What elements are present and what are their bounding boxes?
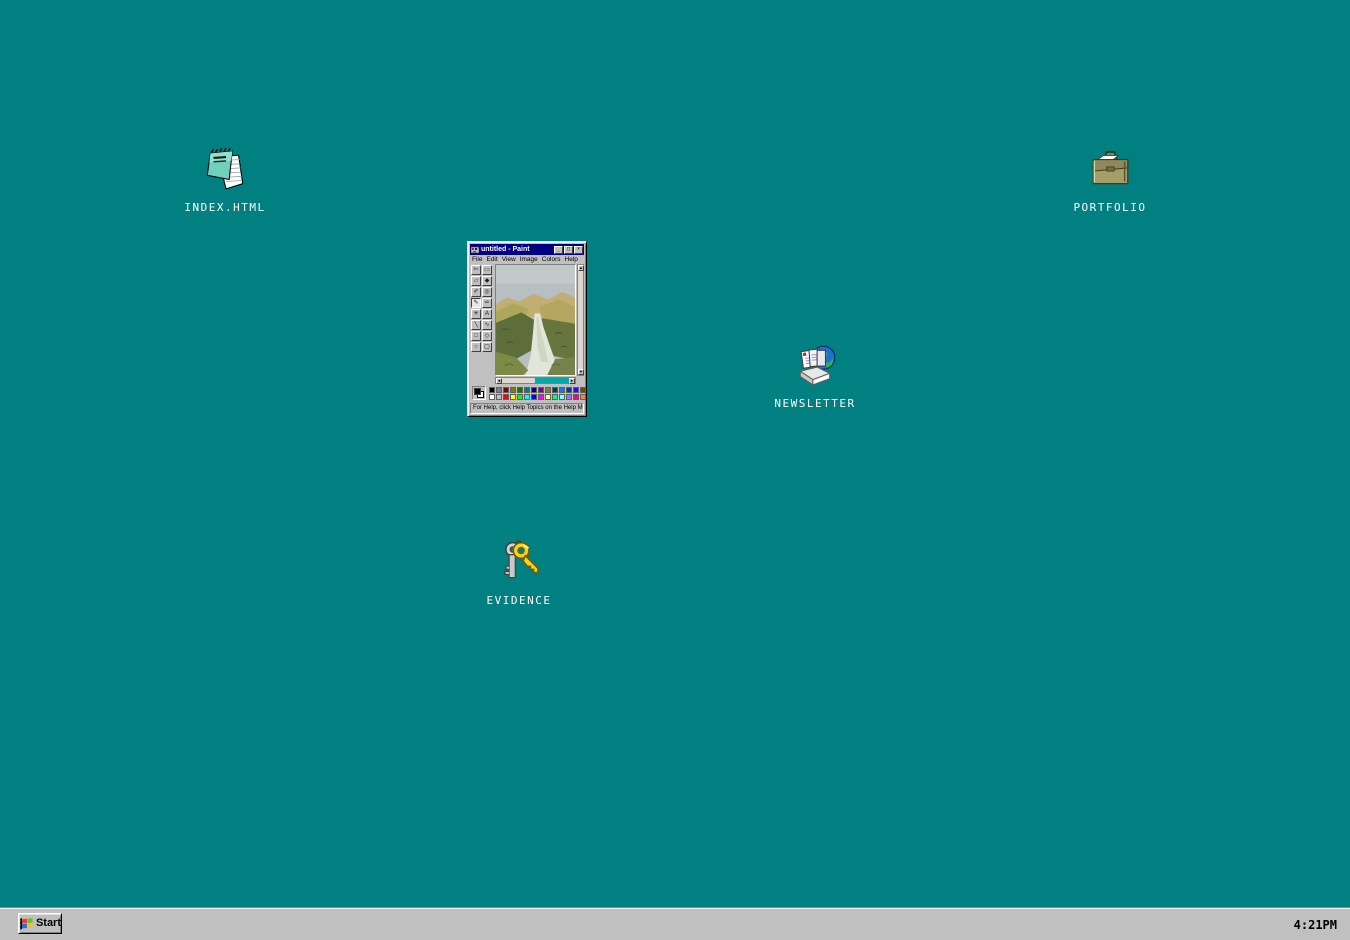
color-swatch[interactable] (524, 393, 530, 400)
tool-brush[interactable]: ✑ (482, 298, 492, 308)
tool-rectangle[interactable]: □ (471, 331, 481, 341)
color-swatch[interactable] (580, 386, 586, 393)
desktop-icon-label: PORTFOLIO (1073, 201, 1147, 214)
tool-polygon[interactable]: ◇ (482, 331, 492, 341)
start-button[interactable]: Start (18, 913, 62, 934)
foreground-color-swatch (474, 388, 481, 395)
paint-content: ✄ ▭ ▱ ◆ ✐ ◎ ✎ ✑ ✳ A ╲ ∿ □ ◇ ○ ▢ ▲ ▼ ◄ ► (470, 264, 584, 384)
tool-ellipse[interactable]: ○ (471, 342, 481, 352)
desktop-icon-newsletter[interactable]: NEWSLETTER (755, 342, 875, 410)
taskbar: Start 4:21PM (0, 908, 1350, 940)
color-swatch[interactable] (573, 386, 579, 393)
paint-app-icon (471, 246, 479, 253)
color-swatch[interactable] (517, 386, 523, 393)
current-colors-indicator (472, 386, 486, 400)
menu-colors[interactable]: Colors (542, 256, 561, 264)
tool-pick-color[interactable]: ✐ (471, 287, 481, 297)
color-swatch[interactable] (538, 386, 544, 393)
paint-window: untitled - Paint _ □ × File Edit View Im… (467, 241, 587, 417)
tool-free-form-select[interactable]: ✄ (471, 265, 481, 275)
color-swatch[interactable] (566, 393, 572, 400)
menu-file[interactable]: File (472, 256, 482, 264)
tool-line[interactable]: ╲ (471, 320, 481, 330)
tool-airbrush[interactable]: ✳ (471, 309, 481, 319)
color-swatch[interactable] (566, 386, 572, 393)
paint-canvas-area: ▲ ▼ ◄ ► (494, 264, 584, 384)
tool-magnifier[interactable]: ◎ (482, 287, 492, 297)
color-swatch[interactable] (496, 386, 502, 393)
color-swatch[interactable] (552, 393, 558, 400)
menu-image[interactable]: Image (520, 256, 538, 264)
menu-view[interactable]: View (502, 256, 516, 264)
hscroll-thumb[interactable] (535, 378, 569, 383)
tool-rounded-rectangle[interactable]: ▢ (482, 342, 492, 352)
paint-statusbar: For Help, click Help Topics on the Help … (470, 403, 584, 414)
color-swatch[interactable] (510, 393, 516, 400)
horizontal-scrollbar[interactable]: ◄ ► (495, 377, 576, 384)
keys-icon (504, 540, 539, 579)
color-swatch[interactable] (496, 393, 502, 400)
tool-curve[interactable]: ∿ (482, 320, 492, 330)
color-swatch[interactable] (489, 393, 495, 400)
paint-titlebar[interactable]: untitled - Paint _ □ × (470, 244, 584, 255)
minimize-button[interactable]: _ (554, 245, 563, 254)
briefcase-icon (1092, 151, 1129, 185)
tool-text[interactable]: A (482, 309, 492, 319)
scroll-right-arrow[interactable]: ► (569, 378, 575, 384)
desktop-icon-portfolio[interactable]: PORTFOLIO (1050, 146, 1170, 214)
scroll-up-arrow[interactable]: ▲ (578, 265, 584, 271)
color-swatch[interactable] (580, 393, 586, 400)
color-swatch[interactable] (510, 386, 516, 393)
notepad-icon (206, 147, 244, 190)
tool-eraser[interactable]: ▱ (471, 276, 481, 286)
color-swatch[interactable] (545, 386, 551, 393)
scroll-down-arrow[interactable]: ▼ (578, 369, 584, 375)
paint-canvas[interactable] (495, 264, 576, 376)
color-swatch[interactable] (503, 386, 509, 393)
tool-select[interactable]: ▭ (482, 265, 492, 275)
color-swatch[interactable] (538, 393, 544, 400)
menu-help[interactable]: Help (565, 256, 578, 264)
desktop-icon-label: NEWSLETTER (774, 397, 856, 410)
color-swatch[interactable] (531, 386, 537, 393)
color-swatch[interactable] (559, 393, 565, 400)
color-swatch[interactable] (552, 386, 558, 393)
tool-pencil[interactable]: ✎ (471, 298, 481, 308)
desktop-icon-label: INDEX.HTML (184, 201, 266, 214)
taskbar-clock: 4:21PM (1293, 918, 1337, 932)
inbox-globe-icon (799, 345, 836, 386)
paint-window-title: untitled - Paint (481, 246, 530, 253)
paint-toolbox: ✄ ▭ ▱ ◆ ✐ ◎ ✎ ✑ ✳ A ╲ ∿ □ ◇ ○ ▢ (470, 264, 494, 384)
color-swatch[interactable] (517, 393, 523, 400)
desktop-icon-evidence[interactable]: EVIDENCE (459, 539, 579, 607)
color-swatch[interactable] (531, 393, 537, 400)
paint-color-palette (470, 384, 586, 402)
menu-edit[interactable]: Edit (486, 256, 497, 264)
start-button-label: Start (35, 917, 61, 929)
color-swatch[interactable] (573, 393, 579, 400)
color-swatch[interactable] (559, 386, 565, 393)
color-swatch[interactable] (489, 386, 495, 393)
vertical-scrollbar[interactable]: ▲ ▼ (577, 264, 584, 376)
paint-menubar: File Edit View Image Colors Help (470, 255, 584, 264)
windows-logo-icon (19, 918, 33, 930)
color-swatch[interactable] (503, 393, 509, 400)
landscape-painting (496, 265, 575, 375)
color-swatch[interactable] (545, 393, 551, 400)
tool-fill-with-color[interactable]: ◆ (482, 276, 492, 286)
hscroll-track[interactable] (502, 378, 535, 383)
desktop-icon-index-html[interactable]: INDEX.HTML (165, 146, 285, 214)
maximize-button[interactable]: □ (564, 245, 573, 254)
close-button[interactable]: × (574, 245, 583, 254)
desktop-icon-label: EVIDENCE (486, 594, 552, 607)
color-swatch[interactable] (524, 386, 530, 393)
